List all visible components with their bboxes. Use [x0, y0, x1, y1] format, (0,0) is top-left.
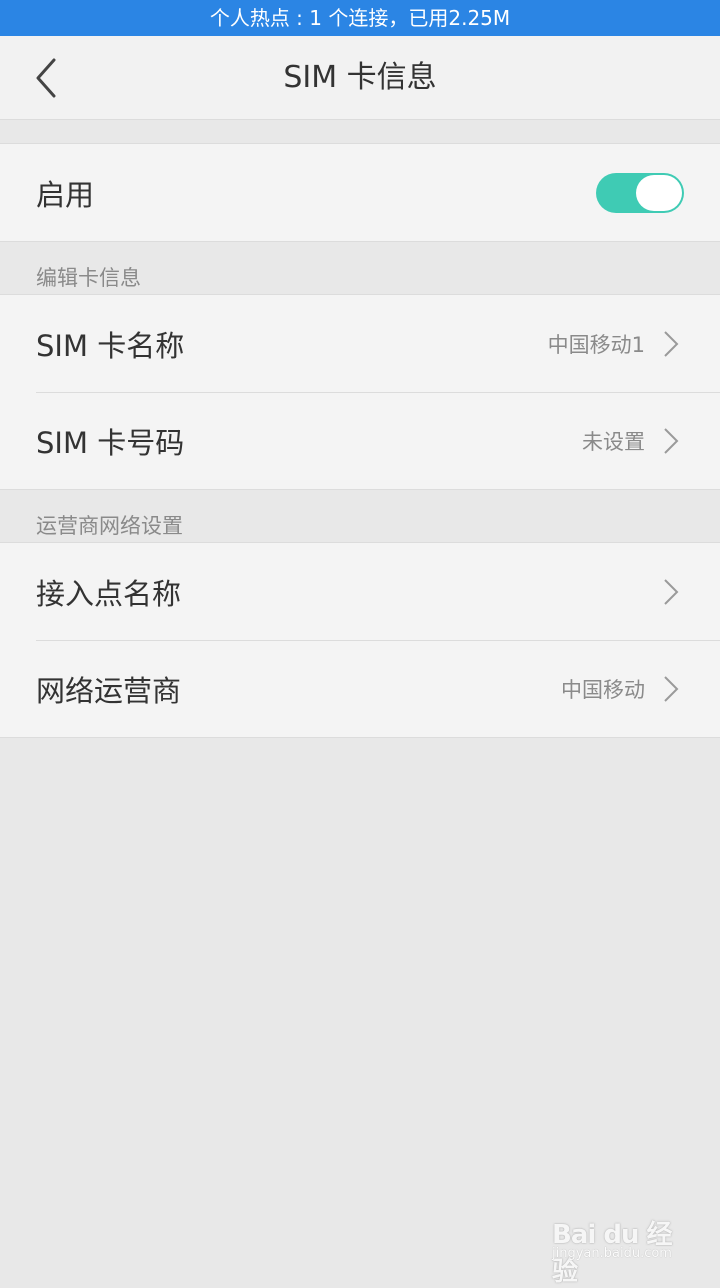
chevron-right-icon: [664, 330, 679, 357]
network-operator-label: 网络运营商: [36, 673, 182, 708]
status-bar: 个人热点 : 1 个连接，已用2.25M: [0, 0, 720, 36]
chevron-right-icon: [664, 675, 679, 702]
sim-name-row[interactable]: SIM 卡名称 中国移动1: [0, 295, 720, 392]
enable-toggle[interactable]: [596, 172, 684, 213]
header: SIM 卡信息: [0, 36, 720, 120]
section-heading-edit: 编辑卡信息: [36, 266, 141, 290]
apn-label: 接入点名称: [36, 576, 182, 611]
edit-section: SIM 卡名称 中国移动1 SIM 卡号码 未设置: [0, 294, 720, 490]
sim-name-label: SIM 卡名称: [36, 328, 185, 363]
sim-number-value: 未设置: [582, 429, 645, 454]
apn-row[interactable]: 接入点名称: [0, 543, 720, 640]
back-button[interactable]: [22, 50, 70, 106]
chevron-left-icon: [36, 58, 56, 98]
network-operator-value: 中国移动: [561, 677, 645, 702]
network-operator-row[interactable]: 网络运营商 中国移动: [0, 640, 720, 737]
toggle-knob: [636, 174, 682, 211]
sim-number-row[interactable]: SIM 卡号码 未设置: [0, 392, 720, 489]
chevron-right-icon: [664, 578, 679, 605]
enable-label: 启用: [36, 177, 95, 212]
carrier-section: 接入点名称 网络运营商 中国移动: [0, 542, 720, 738]
section-heading-carrier: 运营商网络设置: [36, 514, 183, 538]
sim-number-label: SIM 卡号码: [36, 425, 185, 460]
baidu-watermark: Bai du 经验 jingyan.baidu.com: [552, 1200, 692, 1287]
chevron-right-icon: [664, 427, 679, 454]
watermark-url: jingyan.baidu.com: [552, 1246, 672, 1261]
sim-name-value: 中国移动1: [547, 332, 645, 357]
enable-row[interactable]: 启用: [0, 144, 720, 241]
enable-section: 启用: [0, 143, 720, 242]
status-bar-text: 个人热点 : 1 个连接，已用2.25M: [209, 6, 511, 30]
page-title: SIM 卡信息: [283, 60, 437, 95]
